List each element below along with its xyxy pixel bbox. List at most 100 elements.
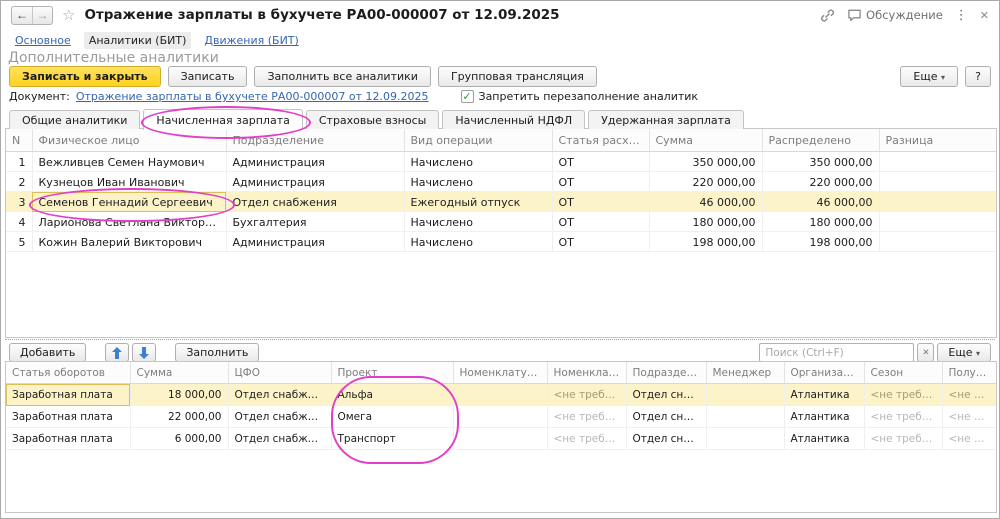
column-header[interactable]: Получате... xyxy=(942,362,996,384)
cell[interactable]: 46 000,00 xyxy=(762,192,879,212)
cell[interactable] xyxy=(879,232,996,252)
cell[interactable]: Альфа xyxy=(331,384,453,406)
cell[interactable]: Отдел снабжения xyxy=(626,428,706,450)
table-row[interactable]: Заработная плата18 000,00Отдел снабжения… xyxy=(6,384,996,406)
cell[interactable]: Транспорт xyxy=(331,428,453,450)
column-header[interactable]: Подразделение xyxy=(226,129,404,152)
clear-search-icon[interactable]: ✕ xyxy=(917,343,934,362)
fill-button[interactable]: Заполнить xyxy=(175,343,259,362)
cell[interactable] xyxy=(453,406,547,428)
table-row[interactable]: 4Ларионова Светлана ВикторовнаБухгалтери… xyxy=(6,212,996,232)
cell[interactable]: ОТ xyxy=(552,192,649,212)
nav-tab[interactable]: Движения (БИТ) xyxy=(199,32,303,49)
cell[interactable]: Начислено xyxy=(404,172,552,192)
column-header[interactable]: Физическое лицо xyxy=(32,129,226,152)
cell[interactable]: Заработная плата xyxy=(6,384,130,406)
cell[interactable]: Семенов Геннадий Сергеевич xyxy=(32,192,226,212)
cell[interactable]: <не требуется> xyxy=(864,406,942,428)
cell[interactable]: ОТ xyxy=(552,152,649,172)
cell[interactable]: ОТ xyxy=(552,172,649,192)
form-splitter[interactable] xyxy=(5,339,995,340)
cell[interactable]: ОТ xyxy=(552,212,649,232)
group-translation-button[interactable]: Групповая трансляция xyxy=(438,66,597,87)
cell[interactable]: Начислено xyxy=(404,212,552,232)
table-row[interactable]: 2Кузнецов Иван ИвановичАдминистрацияНачи… xyxy=(6,172,996,192)
cell[interactable] xyxy=(706,384,784,406)
cell[interactable]: 4 xyxy=(6,212,32,232)
cell[interactable]: Атлантика xyxy=(784,406,864,428)
move-up-icon[interactable] xyxy=(105,343,129,362)
cell[interactable] xyxy=(453,384,547,406)
table-row[interactable]: Заработная плата6 000,00Отдел снабженияТ… xyxy=(6,428,996,450)
cell[interactable] xyxy=(706,406,784,428)
cell[interactable]: Атлантика xyxy=(784,428,864,450)
cell[interactable]: Отдел снабжения xyxy=(228,384,331,406)
save-and-close-button[interactable]: Записать и закрыть xyxy=(9,66,161,87)
discussion-button[interactable]: Обсуждение xyxy=(847,8,943,22)
forward-icon[interactable]: → xyxy=(32,7,52,24)
cell[interactable]: Ежегодный отпуск xyxy=(404,192,552,212)
fill-all-analytics-button[interactable]: Заполнить все аналитики xyxy=(254,66,430,87)
column-header[interactable]: Менеджер xyxy=(706,362,784,384)
cell[interactable] xyxy=(706,428,784,450)
search-input[interactable] xyxy=(759,343,914,362)
cell[interactable] xyxy=(879,212,996,232)
cell[interactable]: 350 000,00 xyxy=(762,152,879,172)
column-header[interactable]: ЦФО xyxy=(228,362,331,384)
column-header[interactable]: Вид операции xyxy=(404,129,552,152)
page-tab[interactable]: Страховые взносы xyxy=(306,110,439,129)
cell[interactable]: 1 xyxy=(6,152,32,172)
favorite-star-icon[interactable]: ☆ xyxy=(62,8,75,23)
cell[interactable]: Отдел снабжения xyxy=(226,192,404,212)
help-button[interactable]: ? xyxy=(965,66,991,87)
cell[interactable] xyxy=(879,192,996,212)
column-header[interactable]: Статья оборотов xyxy=(6,362,130,384)
page-tab[interactable]: Начисленный НДФЛ xyxy=(442,110,585,129)
column-header[interactable]: Номенклатура xyxy=(547,362,626,384)
table-row[interactable]: 5Кожин Валерий ВикторовичАдминистрацияНа… xyxy=(6,232,996,252)
back-icon[interactable]: ← xyxy=(12,7,32,24)
cell[interactable]: 180 000,00 xyxy=(762,212,879,232)
cell[interactable]: Ларионова Светлана Викторовна xyxy=(32,212,226,232)
cell[interactable]: 198 000,00 xyxy=(649,232,762,252)
cell[interactable]: <не требуется> xyxy=(547,384,626,406)
cell[interactable]: Бухгалтерия xyxy=(226,212,404,232)
cell[interactable]: Отдел снабжения xyxy=(228,406,331,428)
column-header[interactable]: Распределено xyxy=(762,129,879,152)
cell[interactable]: 220 000,00 xyxy=(762,172,879,192)
cell[interactable]: 2 xyxy=(6,172,32,192)
table-row[interactable]: Заработная плата22 000,00Отдел снабжения… xyxy=(6,406,996,428)
cell[interactable] xyxy=(879,152,996,172)
move-down-icon[interactable] xyxy=(132,343,156,362)
kebab-menu-icon[interactable]: ⋮ xyxy=(955,8,968,23)
column-header[interactable]: Статья расходов xyxy=(552,129,649,152)
column-header[interactable]: Сумма xyxy=(130,362,228,384)
nav-tab[interactable]: Аналитики (БИТ) xyxy=(84,32,192,49)
page-tab[interactable]: Общие аналитики xyxy=(9,110,140,129)
table-row[interactable]: 1Вежливцев Семен НаумовичАдминистрацияНа… xyxy=(6,152,996,172)
cell[interactable]: Отдел снабжения xyxy=(626,384,706,406)
column-header[interactable]: Организация (ана... xyxy=(784,362,864,384)
cell[interactable]: <не требуется> xyxy=(942,428,996,450)
cell[interactable]: 46 000,00 xyxy=(649,192,762,212)
add-row-button[interactable]: Добавить xyxy=(9,343,86,362)
cell[interactable]: 18 000,00 xyxy=(130,384,228,406)
cell[interactable]: Кузнецов Иван Иванович xyxy=(32,172,226,192)
cell[interactable]: ОТ xyxy=(552,232,649,252)
cell[interactable]: Кожин Валерий Викторович xyxy=(32,232,226,252)
cell[interactable]: <не требуется> xyxy=(942,406,996,428)
column-header[interactable]: Проект xyxy=(331,362,453,384)
nav-tab[interactable]: Основное xyxy=(10,32,76,49)
cell[interactable]: 220 000,00 xyxy=(649,172,762,192)
cell[interactable]: <не требуется> xyxy=(942,384,996,406)
cell[interactable]: 5 xyxy=(6,232,32,252)
cell[interactable]: <не требуется> xyxy=(547,428,626,450)
cell[interactable]: Омега xyxy=(331,406,453,428)
cell[interactable]: 22 000,00 xyxy=(130,406,228,428)
table-row[interactable]: 3Семенов Геннадий СергеевичОтдел снабжен… xyxy=(6,192,996,212)
cell[interactable]: 3 xyxy=(6,192,32,212)
page-tab[interactable]: Удержанная зарплата xyxy=(588,110,744,129)
cell[interactable]: <не требуется> xyxy=(864,428,942,450)
column-header[interactable]: Сумма xyxy=(649,129,762,152)
close-icon[interactable]: ✕ xyxy=(980,9,989,22)
